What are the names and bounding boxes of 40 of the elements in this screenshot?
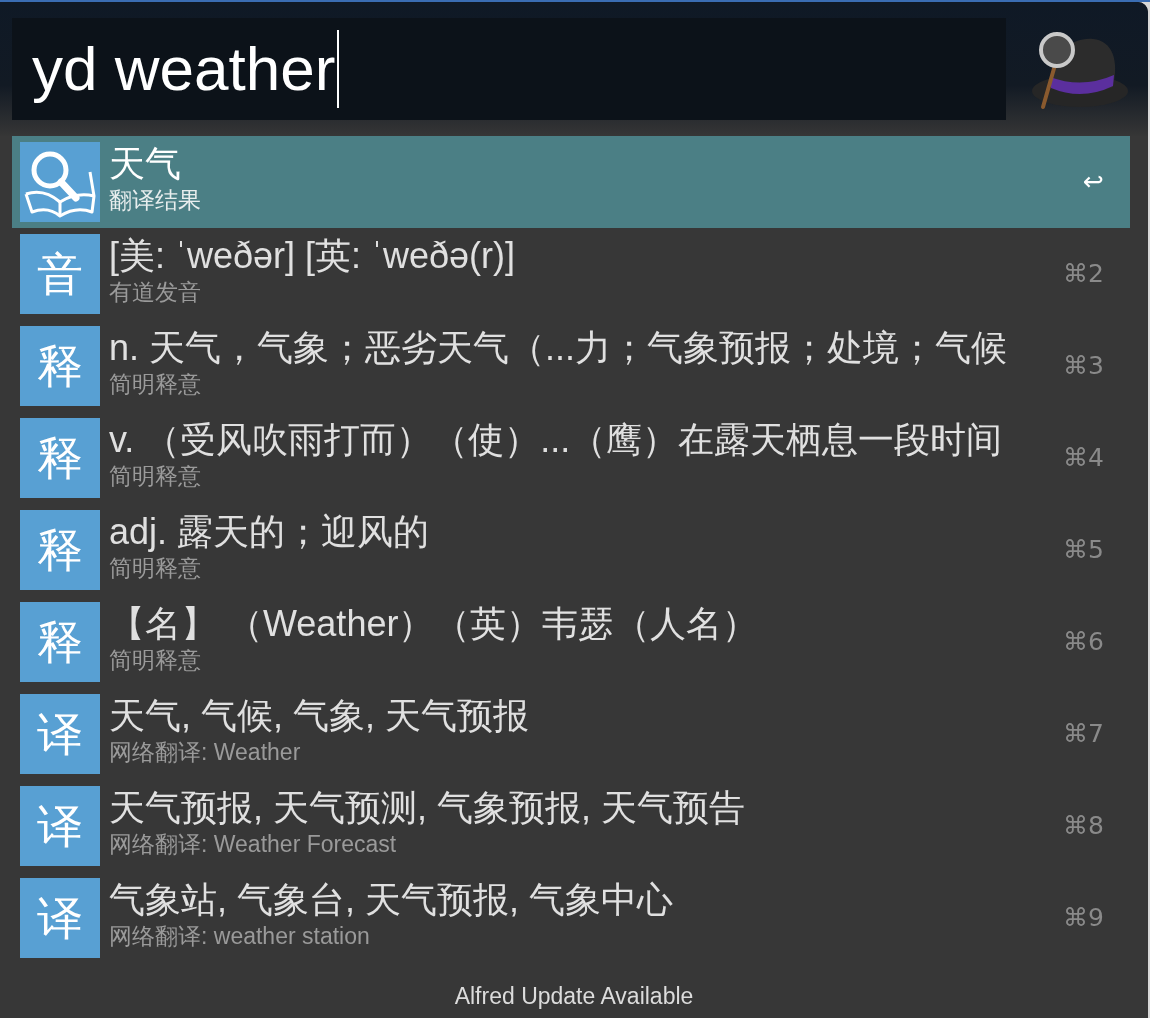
category-tile: 释 [20, 510, 100, 590]
category-tile: 释 [20, 326, 100, 406]
result-subtitle: 简明释意 [109, 647, 201, 673]
result-subtitle: 有道发音 [109, 279, 201, 305]
result-subtitle: 翻译结果 [109, 187, 201, 213]
result-title: v. （受风吹雨打而）（使）...（鹰）在露天栖息一段时间 [109, 420, 1003, 460]
shortcut-label: ⌘4 [1063, 443, 1104, 473]
result-title: 气象站, 气象台, 天气预报, 气象中心 [109, 880, 673, 920]
result-subtitle: 网络翻译: Weather Forecast [109, 831, 397, 857]
update-notice: Alfred Update Available [454, 983, 694, 1009]
shortcut-label: ↩ [1083, 167, 1104, 197]
result-row[interactable]: 天气 翻译结果 ↩ [12, 136, 1130, 228]
result-subtitle: 简明释意 [109, 371, 201, 397]
category-tile: 音 [20, 234, 100, 314]
shortcut-label: ⌘6 [1063, 627, 1104, 657]
result-title: 天气预报, 天气预测, 气象预报, 天气预告 [109, 788, 745, 828]
category-tile: 释 [20, 602, 100, 682]
shortcut-label: ⌘5 [1063, 535, 1104, 565]
shortcut-label: ⌘8 [1063, 811, 1104, 841]
result-subtitle: 简明释意 [109, 555, 201, 581]
search-text: yd weather [32, 33, 336, 105]
result-title: 【名】 （Weather）（英）韦瑟（人名） [109, 604, 759, 644]
shortcut-label: ⌘3 [1063, 351, 1104, 381]
result-subtitle: 网络翻译: weather station [109, 923, 370, 949]
result-title: 天气 [109, 144, 181, 184]
shortcut-label: ⌘2 [1063, 259, 1104, 289]
result-title: n. 天气，气象；恶劣天气（...力；气象预报；处境；气候 [109, 328, 1008, 368]
result-title: adj. 露天的；迎风的 [109, 512, 430, 552]
category-tile: 释 [20, 418, 100, 498]
result-title: 天气, 气候, 气象, 天气预报 [109, 696, 529, 736]
result-subtitle: 网络翻译: Weather [109, 739, 301, 765]
magnifier-book-icon [20, 142, 100, 222]
shortcut-label: ⌘9 [1063, 903, 1104, 933]
category-tile: 译 [20, 694, 100, 774]
shortcut-label: ⌘7 [1063, 719, 1104, 749]
result-title: [美: ˈweðər] [英: ˈweðə(r)] [109, 236, 516, 276]
category-tile: 译 [20, 786, 100, 866]
search-field[interactable]: yd weather [12, 18, 1006, 120]
category-tile: 译 [20, 878, 100, 958]
result-subtitle: 简明释意 [109, 463, 201, 489]
